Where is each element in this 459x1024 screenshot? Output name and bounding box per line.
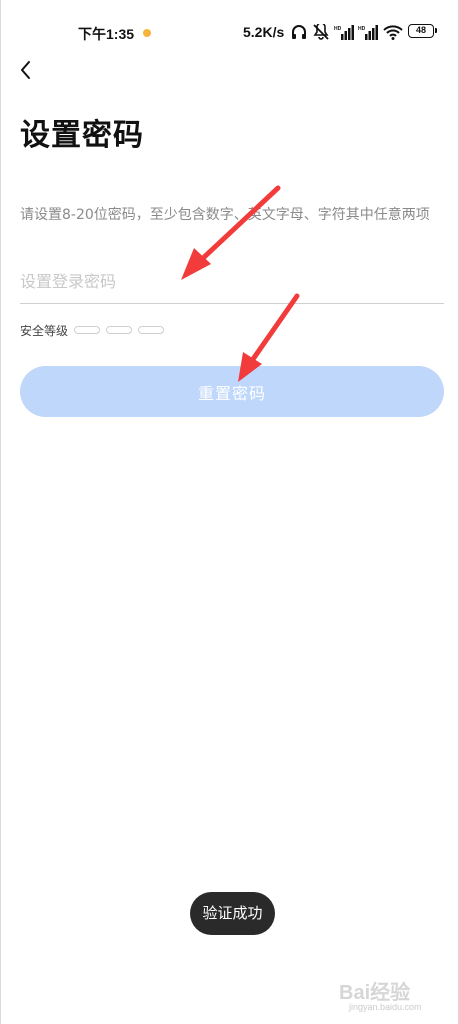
headphone-icon xyxy=(292,25,306,39)
svg-text:HD: HD xyxy=(358,26,366,32)
baidu-watermark-url: jingyan.baidu.com xyxy=(349,1002,422,1012)
wifi-icon xyxy=(383,25,403,40)
reset-password-button[interactable]: 重置密码 xyxy=(20,366,444,417)
toast-message: 验证成功 xyxy=(190,892,275,935)
mute-icon xyxy=(313,24,329,40)
security-level-pill xyxy=(106,326,133,334)
status-bar: 下午1:35 5.2K/s HD HD 48 xyxy=(1,0,458,64)
signal-icon: HD xyxy=(334,25,354,40)
security-level-label: 安全等级 xyxy=(20,323,69,338)
svg-text:HD: HD xyxy=(334,26,342,32)
phone-screen: 下午1:35 5.2K/s HD HD 48 设置密码 请设置8-20位密码，至… xyxy=(0,0,459,1024)
security-level-pill xyxy=(138,326,165,334)
security-level-pill xyxy=(74,326,101,334)
notification-dot-icon xyxy=(143,29,151,37)
page-title: 设置密码 xyxy=(20,118,144,153)
battery-icon: 48 xyxy=(408,24,437,38)
password-hint: 请设置8-20位密码，至少包含数字、英文字母、字符其中任意两项 xyxy=(20,207,430,223)
signal-icon: HD xyxy=(358,25,378,40)
back-chevron-icon[interactable] xyxy=(13,56,39,84)
password-input[interactable] xyxy=(20,260,444,304)
baidu-watermark-logo: Bai经验 xyxy=(339,982,411,1004)
status-time: 下午1:35 xyxy=(78,26,135,42)
network-speed: 5.2K/s xyxy=(243,24,285,40)
security-level: 安全等级 xyxy=(20,321,170,339)
